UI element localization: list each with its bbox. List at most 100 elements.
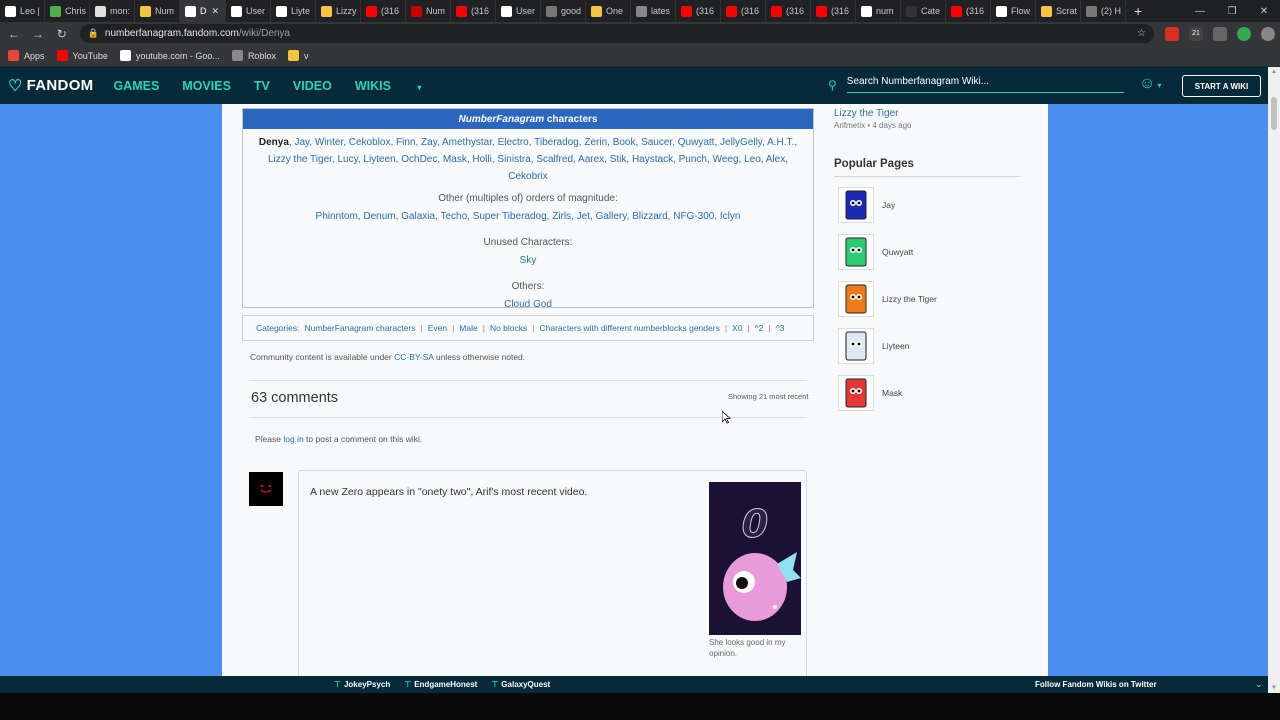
navbox-unused-link[interactable]: Sky [243,252,813,269]
browser-tab[interactable]: num [856,0,901,22]
character-link[interactable]: Mask [443,154,467,165]
close-window-button[interactable]: ✕ [1248,0,1280,22]
character-link[interactable]: Leo [744,154,761,165]
browser-tab[interactable]: (316 [811,0,856,22]
search-input[interactable]: Search Numberfanagram Wiki... [846,76,1124,93]
character-link[interactable]: Weeg [713,154,739,165]
url-input[interactable]: 🔒 numberfanagram.fandom.com/wiki/Denya ☆ [79,24,1154,43]
browser-tab[interactable]: Cate [901,0,946,22]
character-link[interactable]: Sinistra [497,154,530,165]
new-tab-button[interactable]: + [1134,3,1142,19]
search-icon[interactable]: ⚲ [828,78,837,92]
fandom-bottom-link[interactable]: ⊤ JokeyPsych [334,680,390,689]
character-link[interactable]: A.H.T. [767,137,794,148]
popular-page-item[interactable]: Quwyatt [838,234,913,270]
character-link[interactable]: Saucer [641,137,672,148]
character-link[interactable]: Finn [396,137,415,148]
browser-tab[interactable]: User [496,0,541,22]
character-link[interactable]: Electro [498,137,529,148]
minimize-button[interactable]: — [1184,0,1216,22]
scroll-up-icon[interactable]: ▲ [1268,69,1280,75]
character-link[interactable]: Galaxia [401,211,435,222]
scroll-down-icon[interactable]: ▼ [1268,685,1280,691]
character-link[interactable]: Blizzard [632,211,668,222]
menu-icon[interactable] [1260,26,1275,41]
browser-tab[interactable]: (316 [361,0,406,22]
fandom-bottom-link[interactable]: ⊤ EndgameHonest [404,680,477,689]
close-icon[interactable]: ✕ [212,6,220,17]
extension-icon[interactable] [1164,26,1179,41]
popular-page-item[interactable]: Jay [838,187,895,223]
character-link[interactable]: Aarex [578,154,604,165]
category-link[interactable]: NumberFanagram characters [304,323,415,333]
bookmark-item[interactable]: YouTube [56,50,108,61]
character-link[interactable]: Book [613,137,636,148]
avatar[interactable] [249,472,283,506]
user-menu[interactable]: ☺ ▾ [1139,75,1161,93]
popular-page-thumbnail[interactable] [838,375,874,411]
character-link[interactable]: Quwyatt [678,137,715,148]
category-link[interactable]: No blocks [490,323,527,333]
category-link[interactable]: Even [428,323,447,333]
bookmark-item[interactable]: v [287,50,308,61]
profile-icon[interactable] [1236,26,1251,41]
category-link[interactable]: ^2 [755,323,764,333]
character-link[interactable]: Iclyn [720,211,741,222]
character-link[interactable]: JellyGelly [720,137,762,148]
character-link[interactable]: OchDec [401,154,437,165]
character-link[interactable]: Amethystar [442,137,492,148]
character-link[interactable]: Super Tiberadog [473,211,547,222]
forward-button[interactable]: → [28,27,48,41]
character-link[interactable]: Cekobrix [508,171,547,182]
character-link[interactable]: Stik [610,154,627,165]
browser-tab[interactable]: mon: [90,0,135,22]
character-link[interactable]: Lizzy the Tiger [268,154,332,165]
navbox-others-link[interactable]: Cloud God [243,296,813,313]
popular-page-item[interactable]: Liyteen [838,328,909,364]
character-link[interactable]: NFG-300 [673,211,714,222]
nav-movies[interactable]: MOVIES [182,79,231,93]
character-link[interactable]: Phinntom [316,211,358,222]
category-link[interactable]: Characters with different numberblocks g… [540,323,720,333]
character-link[interactable]: Techo [440,211,467,222]
nav-games[interactable]: GAMES [113,79,159,93]
character-link[interactable]: Cekoblox [349,137,391,148]
browser-tab[interactable]: Chris [45,0,90,22]
character-link[interactable]: Scalfred [536,154,573,165]
browser-tab[interactable]: (316 [766,0,811,22]
browser-tab[interactable]: Flow [991,0,1036,22]
character-link[interactable]: Denum [363,211,395,222]
back-button[interactable]: ← [4,27,24,41]
character-link[interactable]: Zerin [584,137,607,148]
login-link[interactable]: log in [283,434,303,444]
fandom-logo[interactable]: ♡ FANDOM [8,76,93,96]
browser-tab[interactable]: good [541,0,586,22]
license-link[interactable]: CC-BY-SA [394,352,433,362]
fandom-bottom-link[interactable]: ⊤ GalaxyQuest [491,680,550,689]
browser-tab[interactable]: (316 [946,0,991,22]
comment-image[interactable]: 0 [709,482,801,635]
nav-wikis[interactable]: WIKIS ▾ [355,79,445,93]
character-link[interactable]: Liyteen [363,154,395,165]
browser-tab[interactable]: (2) H [1081,0,1126,22]
nav-video[interactable]: VIDEO [293,79,332,93]
browser-tab[interactable]: Num [135,0,180,22]
bookmark-star-icon[interactable]: ☆ [1137,28,1146,39]
character-link[interactable]: Jay [294,137,309,148]
browser-tab[interactable]: Num [406,0,451,22]
browser-tab[interactable]: D ✕ [180,0,226,22]
character-link[interactable]: Zay [421,137,437,148]
nav-tv[interactable]: TV [254,79,270,93]
character-link[interactable]: Gallery [596,211,627,222]
start-a-wiki-button[interactable]: START A WIKI [1182,75,1261,97]
bookmark-item[interactable]: youtube.com - Goo... [119,50,220,61]
playlist-icon[interactable] [1212,26,1227,41]
popular-page-thumbnail[interactable] [838,328,874,364]
browser-tab[interactable]: (316 [721,0,766,22]
character-link[interactable]: Winter [315,137,343,148]
extension-badge-icon[interactable]: 21 [1188,26,1203,41]
category-link[interactable]: Male [459,323,477,333]
bookmark-item[interactable]: Roblox [231,50,276,61]
character-link[interactable]: Punch [679,154,707,165]
bookmark-item[interactable]: Apps [8,50,45,61]
